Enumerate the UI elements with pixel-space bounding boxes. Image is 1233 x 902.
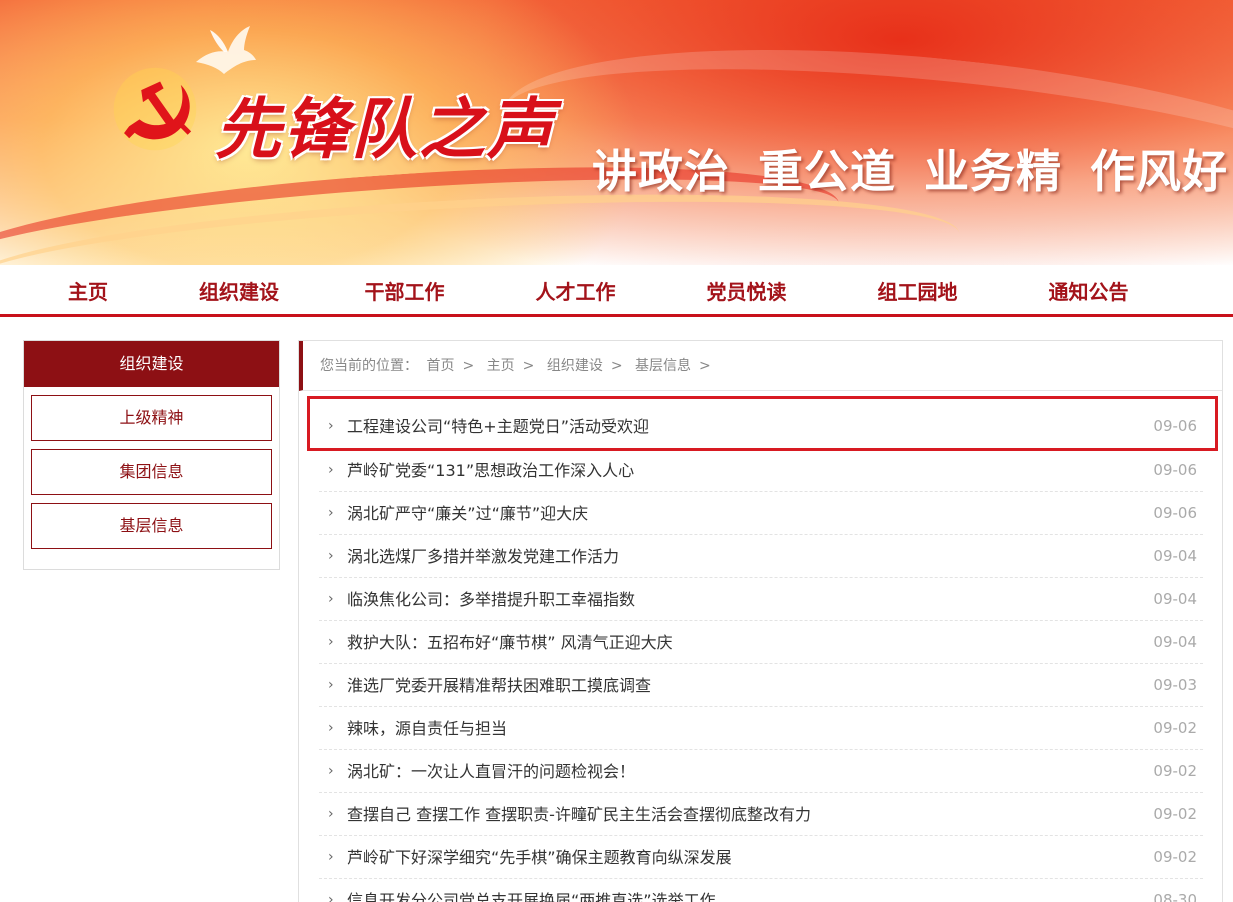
article-title[interactable]: 芦岭矿下好深学细究“先手棋”确保主题教育向纵深发展 <box>347 836 732 879</box>
breadcrumb-item[interactable]: 基层信息 <box>635 358 691 374</box>
breadcrumb-item[interactable]: 组织建设 <box>547 358 603 374</box>
article-date: 09-02 <box>1153 805 1197 823</box>
article-date: 09-02 <box>1153 762 1197 780</box>
article-date: 09-04 <box>1153 547 1197 565</box>
article-date: 09-03 <box>1153 676 1197 694</box>
article-row[interactable]: › 查摆自己 查摆工作 查摆职责-许疃矿民主生活会查摆彻底整改有力 09-02 <box>319 793 1203 836</box>
article-title[interactable]: 涡北选煤厂多措并举激发党建工作活力 <box>347 535 619 578</box>
chevron-right-icon: › <box>328 418 334 434</box>
site-banner: 先锋队之声 讲政治 重公道 业务精 作风好 <box>0 0 1233 265</box>
chevron-right-icon: › <box>328 806 334 822</box>
article-date: 09-04 <box>1153 590 1197 608</box>
chevron-right-icon: › <box>328 763 334 779</box>
breadcrumb-item[interactable]: 主页 <box>487 358 515 374</box>
article-row[interactable]: › 涡北矿：一次让人直冒汗的问题检视会！ 09-02 <box>319 750 1203 793</box>
article-list: › 工程建设公司“特色+主题党日”活动受欢迎 09-06 › 芦岭矿党委“131… <box>319 396 1203 902</box>
nav-item-cadre-work[interactable]: 干部工作 <box>319 267 490 314</box>
article-title[interactable]: 辣味，源自责任与担当 <box>347 707 507 750</box>
article-title[interactable]: 工程建设公司“特色+主题党日”活动受欢迎 <box>347 400 649 453</box>
article-title[interactable]: 查摆自己 查摆工作 查摆职责-许疃矿民主生活会查摆彻底整改有力 <box>347 793 811 836</box>
slogan-group: 讲政治 重公道 业务精 作风好 <box>592 135 1228 200</box>
chevron-right-icon: › <box>328 548 334 564</box>
chevron-right-icon: › <box>328 720 334 736</box>
article-title[interactable]: 芦岭矿党委“131”思想政治工作深入人心 <box>347 449 634 492</box>
sidebar-item-superior-spirit[interactable]: 上级精神 <box>31 395 272 441</box>
article-date: 09-04 <box>1153 633 1197 651</box>
slogan-text: 作风好 <box>1090 145 1229 198</box>
nav-item-member-reading[interactable]: 党员悦读 <box>661 267 832 314</box>
sidebar-item-grassroots-info[interactable]: 基层信息 <box>31 503 272 549</box>
article-row[interactable]: › 工程建设公司“特色+主题党日”活动受欢迎 09-06 <box>319 396 1203 449</box>
article-row[interactable]: › 涡北矿严守“廉关”过“廉节”迎大庆 09-06 <box>319 492 1203 535</box>
nav-item-home[interactable]: 主页 <box>0 267 108 314</box>
chevron-right-icon: › <box>328 892 334 902</box>
slogan-text: 业务精 <box>924 145 1063 198</box>
chevron-right-icon: › <box>328 677 334 693</box>
article-title[interactable]: 信息开发分公司党总支开展换届“两推直选”选举工作 <box>347 879 716 902</box>
chevron-right-icon: › <box>328 634 334 650</box>
nav-item-notices[interactable]: 通知公告 <box>1003 267 1174 314</box>
article-title[interactable]: 临涣焦化公司：多举措提升职工幸福指数 <box>347 578 635 621</box>
breadcrumb-prefix: 您当前的位置： <box>320 358 418 374</box>
sidebar-item-group-info[interactable]: 集团信息 <box>31 449 272 495</box>
chevron-right-icon: › <box>328 462 334 478</box>
sidebar-title: 组织建设 <box>24 341 279 387</box>
breadcrumb-separator: > <box>610 358 623 374</box>
article-row[interactable]: › 涡北选煤厂多措并举激发党建工作活力 09-04 <box>319 535 1203 578</box>
breadcrumb-separator: > <box>522 358 535 374</box>
main-content: 您当前的位置： 首页 > 主页 > 组织建设 > 基层信息 > › 工程建设公司“特色+… <box>298 340 1223 902</box>
dove-icon <box>196 26 256 74</box>
article-row[interactable]: › 芦岭矿下好深学细究“先手棋”确保主题教育向纵深发展 09-02 <box>319 836 1203 879</box>
article-row[interactable]: › 救护大队：五招布好“廉节棋” 风清气正迎大庆 09-04 <box>319 621 1203 664</box>
breadcrumb-item[interactable]: 首页 <box>426 358 454 374</box>
article-title[interactable]: 涡北矿严守“廉关”过“廉节”迎大庆 <box>347 492 588 535</box>
article-row[interactable]: › 信息开发分公司党总支开展换届“两推直选”选举工作 08-30 <box>319 879 1203 902</box>
breadcrumb-separator: > <box>462 358 475 374</box>
slogan-text: 讲政治 <box>592 145 731 198</box>
article-date: 09-06 <box>1153 417 1197 435</box>
chevron-right-icon: › <box>328 591 334 607</box>
article-title[interactable]: 涡北矿：一次让人直冒汗的问题检视会！ <box>347 750 635 793</box>
article-title[interactable]: 淮选厂党委开展精准帮扶困难职工摸底调查 <box>347 664 651 707</box>
breadcrumb: 您当前的位置： 首页 > 主页 > 组织建设 > 基层信息 > <box>299 341 1222 391</box>
nav-item-talent-work[interactable]: 人才工作 <box>490 267 661 314</box>
chevron-right-icon: › <box>328 505 334 521</box>
sidebar: 组织建设 上级精神 集团信息 基层信息 <box>23 340 280 570</box>
article-title[interactable]: 救护大队：五招布好“廉节棋” 风清气正迎大庆 <box>347 621 673 664</box>
article-date: 09-02 <box>1153 848 1197 866</box>
nav-item-organization[interactable]: 组织建设 <box>108 267 319 314</box>
nav-item-garden[interactable]: 组工园地 <box>832 267 1003 314</box>
article-row[interactable]: › 淮选厂党委开展精准帮扶困难职工摸底调查 09-03 <box>319 664 1203 707</box>
article-date: 09-06 <box>1153 461 1197 479</box>
party-emblem-icon <box>113 67 197 151</box>
article-date: 09-02 <box>1153 719 1197 737</box>
article-date: 09-06 <box>1153 504 1197 522</box>
site-title: 先锋队之声 <box>215 90 555 168</box>
article-row[interactable]: › 辣味，源自责任与担当 09-02 <box>319 707 1203 750</box>
article-date: 08-30 <box>1153 891 1197 902</box>
chevron-right-icon: › <box>328 849 334 865</box>
article-row[interactable]: › 芦岭矿党委“131”思想政治工作深入人心 09-06 <box>319 449 1203 492</box>
breadcrumb-separator: > <box>699 358 711 374</box>
slogan-text: 重公道 <box>758 145 897 198</box>
main-nav: 主页 组织建设 干部工作 人才工作 党员悦读 组工园地 通知公告 <box>0 267 1233 317</box>
article-row[interactable]: › 临涣焦化公司：多举措提升职工幸福指数 09-04 <box>319 578 1203 621</box>
